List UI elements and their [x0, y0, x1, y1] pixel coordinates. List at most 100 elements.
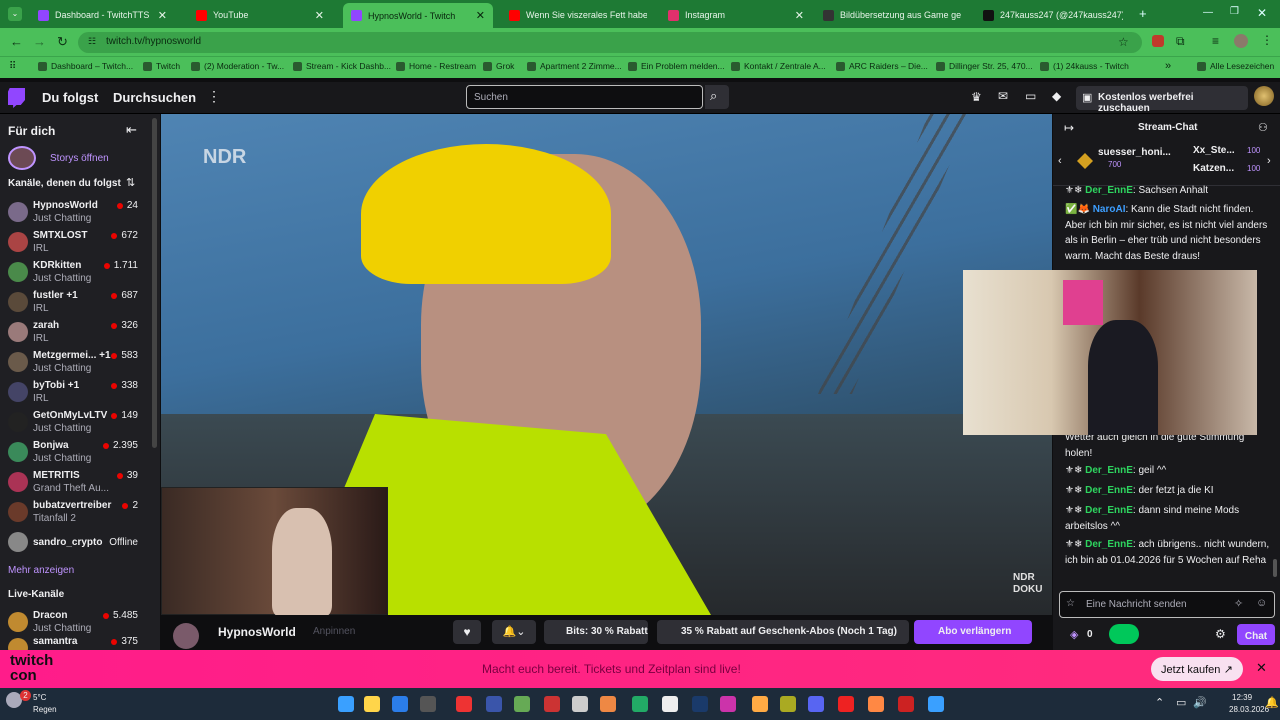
network-icon[interactable]: ▭	[1176, 696, 1186, 709]
bookmark-star-icon[interactable]: ☆	[1118, 35, 1129, 49]
bookmark-item[interactable]: Alle Lesezeichen	[1197, 61, 1274, 71]
gifters-prev-icon[interactable]: ‹	[1058, 155, 1062, 167]
tab-close-icon[interactable]: ✕	[315, 9, 324, 22]
bookmark-item[interactable]: Kontakt / Zentrale A...	[731, 61, 826, 71]
url-field[interactable]: twitch.tv/hypnosworld	[78, 32, 1142, 53]
tab-close-icon[interactable]: ✕	[476, 9, 485, 22]
bookmark-item[interactable]: (1) 24kauss - Twitch	[1040, 61, 1129, 71]
chat-users-icon[interactable]: ⚇	[1258, 121, 1268, 134]
followed-channel[interactable]: fustler +1 IRL 687	[0, 288, 152, 318]
taskbar-app-icon[interactable]	[838, 696, 854, 712]
chat-settings-icon[interactable]: ⚙	[1215, 627, 1226, 641]
taskbar-app-icon[interactable]	[420, 696, 436, 712]
site-info-icon[interactable]: ☷	[88, 36, 96, 47]
browser-tab[interactable]: 247kauss247 (@247kauss247) |✕	[975, 4, 1123, 26]
browser-tab[interactable]: Bildübersetzung aus Game ge ✕	[815, 4, 968, 26]
gifters-next-icon[interactable]: ›	[1267, 155, 1271, 167]
taskbar-app-icon[interactable]	[662, 696, 678, 712]
notifications-icon[interactable]: 🔔	[1265, 696, 1279, 709]
taskbar-app-icon[interactable]	[364, 696, 380, 712]
volume-icon[interactable]: 🔊	[1193, 696, 1207, 709]
taskbar-app-icon[interactable]	[752, 696, 768, 712]
nav-following[interactable]: Du folgst	[42, 90, 98, 105]
taskbar-app-icon[interactable]	[600, 696, 616, 712]
bookmark-item[interactable]: Dashboard – Twitch...	[38, 61, 133, 71]
apps-grid-icon[interactable]: ⠿	[9, 61, 16, 72]
taskbar-app-icon[interactable]	[572, 696, 588, 712]
new-tab-button[interactable]: +	[1139, 6, 1147, 21]
channel-points-icon[interactable]: ◈	[1070, 628, 1078, 641]
browser-tab[interactable]: Instagram ✕	[660, 4, 812, 26]
bits-icon[interactable]: ◆	[1052, 89, 1061, 103]
channel-points-claim-button[interactable]	[1109, 624, 1139, 644]
followed-channel[interactable]: Metzgermei... +1 Just Chatting 583	[0, 348, 152, 378]
nav-browse[interactable]: Durchsuchen	[113, 90, 196, 105]
chat-username[interactable]: NaroAI	[1093, 204, 1126, 215]
chat-send-button[interactable]: Chat	[1237, 624, 1275, 645]
tab-search-button[interactable]: ⌄	[8, 7, 22, 21]
ai-icon[interactable]: ✧	[1234, 597, 1243, 610]
taskbar-app-icon[interactable]	[632, 696, 648, 712]
chat-username[interactable]: Der_EnnE	[1085, 539, 1133, 550]
taskbar-app-icon[interactable]	[868, 696, 884, 712]
profile-avatar[interactable]	[1234, 34, 1248, 48]
taskbar-app-icon[interactable]	[486, 696, 502, 712]
search-input[interactable]: Suchen	[466, 85, 703, 109]
taskbar-app-icon[interactable]	[514, 696, 530, 712]
prime-crown-icon[interactable]: ♛	[971, 90, 982, 104]
chat-username[interactable]: Der_EnnE	[1085, 465, 1133, 476]
browser-tab[interactable]: Dashboard - TwitchTTS ✕	[30, 4, 175, 26]
banner-buy-button[interactable]: Jetzt kaufen ↗	[1151, 657, 1243, 681]
collapse-chat-icon[interactable]: ↦	[1064, 121, 1074, 135]
bookmark-item[interactable]: (2) Moderation - Tw...	[191, 61, 284, 71]
stories-avatar[interactable]	[8, 146, 36, 170]
banner-close-icon[interactable]: ✕	[1256, 660, 1267, 676]
media-control-icon[interactable]: ≡	[1212, 34, 1219, 48]
bits-button[interactable]: Bits: 30 % Rabatt	[544, 620, 648, 644]
browser-tab[interactable]: HypnosWorld - Twitch ✕	[343, 3, 493, 28]
reload-icon[interactable]: ↻	[57, 34, 68, 50]
notification-bell-button[interactable]: 🔔⌄	[492, 620, 536, 644]
taskbar-app-icon[interactable]	[392, 696, 408, 712]
taskbar-app-icon[interactable]	[780, 696, 796, 712]
close-window-button[interactable]: ✕	[1257, 6, 1267, 20]
taskbar-app-icon[interactable]	[456, 696, 472, 712]
sort-icon[interactable]: ⇅	[126, 176, 135, 189]
stories-link[interactable]: Storys öffnen	[50, 153, 109, 164]
bookmark-item[interactable]: Twitch	[143, 61, 180, 71]
bookmark-item[interactable]: ARC Raiders – Die...	[836, 61, 928, 71]
chat-username[interactable]: Der_EnnE	[1085, 185, 1133, 196]
extension-icon[interactable]	[1152, 35, 1164, 47]
chat-scrollbar[interactable]	[1273, 559, 1277, 577]
user-avatar[interactable]	[1254, 86, 1274, 106]
twitch-logo[interactable]	[8, 88, 25, 108]
weather-widget[interactable]: 2	[6, 690, 32, 716]
taskbar-app-icon[interactable]	[544, 696, 560, 712]
browser-menu-icon[interactable]: ⋮	[1261, 33, 1273, 47]
chat-username[interactable]: Der_EnnE	[1085, 505, 1133, 516]
follow-heart-button[interactable]: ♥	[453, 620, 481, 644]
taskbar-app-icon[interactable]	[898, 696, 914, 712]
chat-username[interactable]: Der_EnnE	[1085, 485, 1133, 496]
back-icon[interactable]: ←	[10, 34, 23, 49]
maximize-button[interactable]: ❐	[1230, 6, 1239, 17]
followed-channel[interactable]: GetOnMyLvLTV Just Chatting 149	[0, 408, 152, 438]
more-menu-icon[interactable]: ⋮	[207, 88, 221, 105]
followed-channel[interactable]: sandro_crypto Offline	[0, 528, 152, 558]
taskbar-app-icon[interactable]	[808, 696, 824, 712]
browser-tab[interactable]: Wenn Sie viszerales Fett haben✕	[501, 4, 647, 26]
followed-channel[interactable]: KDRkitten Just Chatting 1.711	[0, 258, 152, 288]
followed-channel[interactable]: bubatzvertreiber Titanfall 2 2	[0, 498, 152, 528]
tab-close-icon[interactable]: ✕	[158, 9, 167, 22]
video-player[interactable]: NDR NDR DOKU	[161, 114, 1052, 616]
collapse-sidebar-icon[interactable]: ⇤	[126, 122, 137, 138]
extensions-puzzle-icon[interactable]: ⧉	[1176, 34, 1185, 49]
followed-channel[interactable]: HypnosWorld Just Chatting 24	[0, 198, 152, 228]
bookmark-item[interactable]: Home - Restream	[396, 61, 476, 71]
tray-overflow-icon[interactable]: ⌃	[1155, 696, 1164, 709]
bookmark-item[interactable]: Ein Problem melden...	[628, 61, 725, 71]
gift-subs-button[interactable]: 35 % Rabatt auf Geschenk-Abos (Noch 1 Ta…	[657, 620, 909, 644]
tab-close-icon[interactable]: ✕	[967, 9, 968, 22]
minimize-button[interactable]: —	[1203, 7, 1213, 18]
emote-icon[interactable]: ☺	[1256, 597, 1267, 609]
